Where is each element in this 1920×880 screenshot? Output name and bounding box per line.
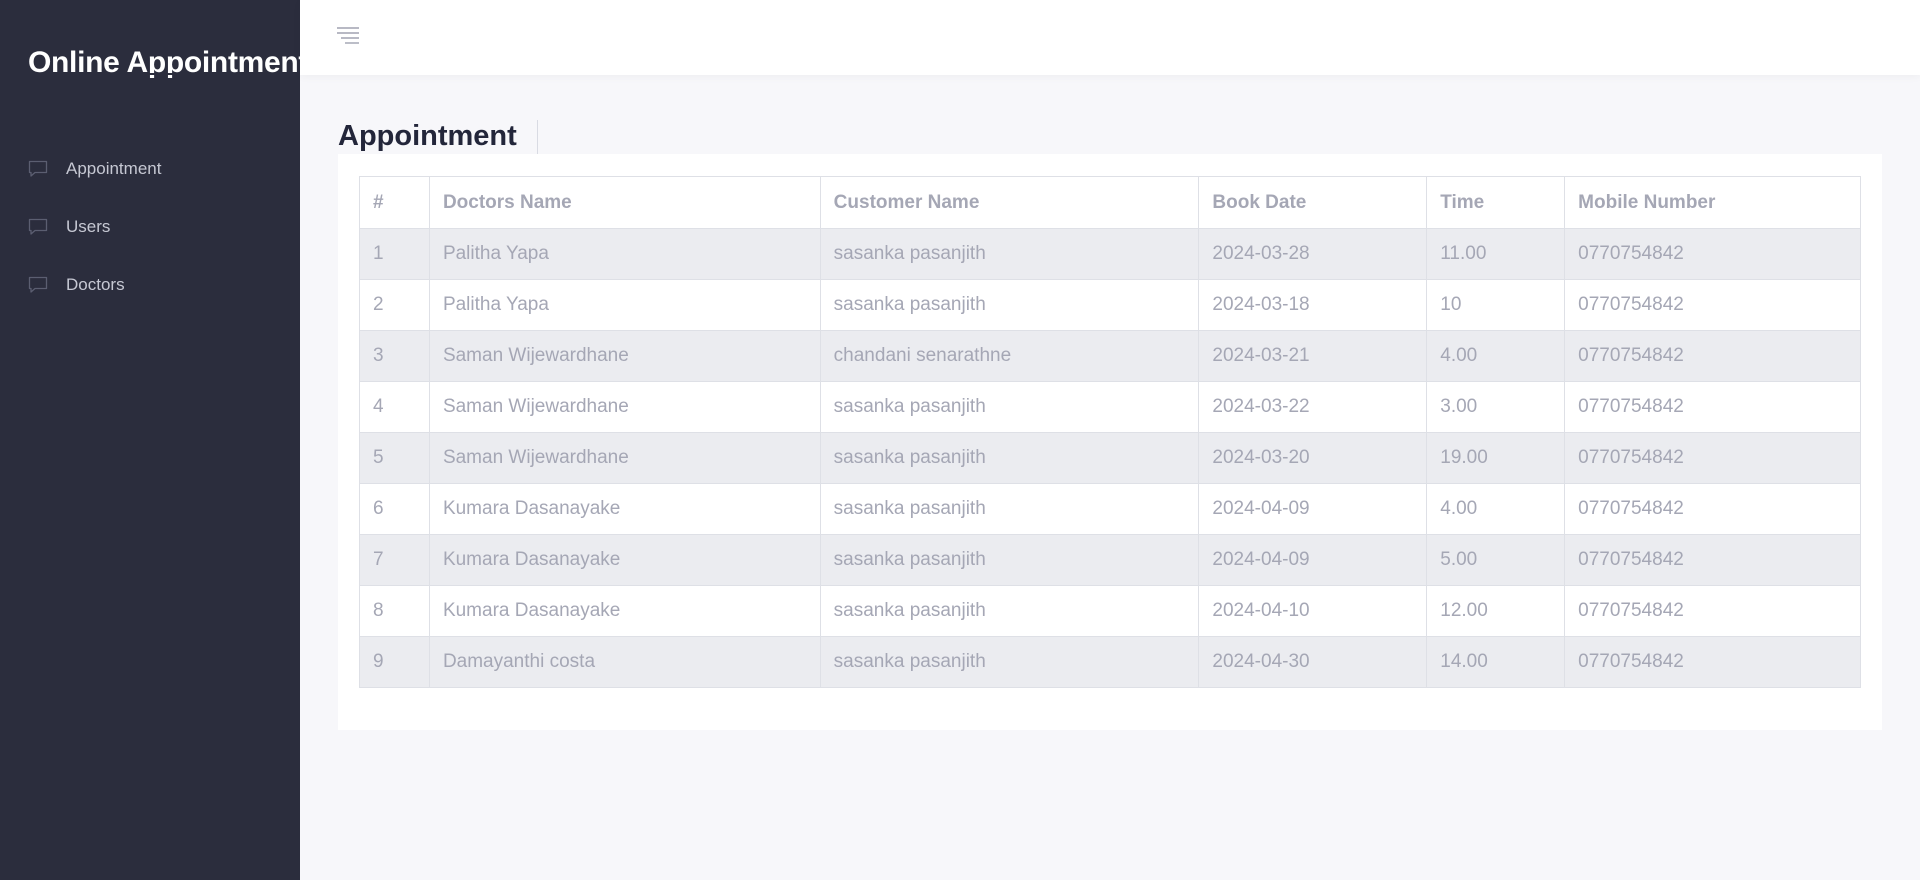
sidebar-item-label: Doctors xyxy=(66,275,125,294)
sidebar-nav: Appointment Users Doctors xyxy=(0,140,300,314)
title-divider xyxy=(537,120,538,156)
sidebar: Online Appointment Appointment Users Doc… xyxy=(0,0,308,880)
sidebar-item-doctors[interactable]: Doctors xyxy=(0,256,300,314)
doctor-name: Saman Wijewardhane xyxy=(428,330,821,382)
time: 10 xyxy=(1426,279,1566,331)
appointments-card: # Doctors Name Customer Name Book Date Time M… xyxy=(338,154,1882,730)
time: 3.00 xyxy=(1426,381,1566,433)
row-number: 4 xyxy=(359,381,430,433)
customer-name: sasanka pasanjith xyxy=(819,585,1200,637)
doctor-name: Kumara Dasanayake xyxy=(428,585,821,637)
chat-bubble-icon xyxy=(28,218,48,236)
table-row: 4 Saman Wijewardhane sasanka pasanjith 2024… xyxy=(359,381,1861,433)
book-date: 2024-03-20 xyxy=(1198,432,1428,484)
table-row: 6 Kumara Dasanayake sasanka pasanjith 2024-… xyxy=(359,483,1861,535)
mobile-number: 0770754842 xyxy=(1564,636,1861,688)
book-date: 2024-04-09 xyxy=(1198,534,1428,586)
customer-name: sasanka pasanjith xyxy=(819,228,1200,280)
book-date: 2024-04-10 xyxy=(1198,585,1428,637)
book-date: 2024-03-21 xyxy=(1198,330,1428,382)
column-header-mobile-number: Mobile Number xyxy=(1564,176,1861,229)
column-header-doctors-name: Doctors Name xyxy=(428,176,821,229)
time: 19.00 xyxy=(1426,432,1566,484)
book-date: 2024-03-28 xyxy=(1198,228,1428,280)
book-date: 2024-04-30 xyxy=(1198,636,1428,688)
time: 4.00 xyxy=(1426,483,1566,535)
doctor-name: Palitha Yapa xyxy=(428,228,821,280)
row-number: 3 xyxy=(359,330,430,382)
chat-bubble-icon xyxy=(28,160,48,178)
table-row: 8 Kumara Dasanayake sasanka pasanjith 2024-… xyxy=(359,585,1861,637)
doctor-name: Kumara Dasanayake xyxy=(428,534,821,586)
table-row: 5 Saman Wijewardhane sasanka pasanjith 2024… xyxy=(359,432,1861,484)
column-header-customer-name: Customer Name xyxy=(819,176,1200,229)
mobile-number: 0770754842 xyxy=(1564,432,1861,484)
time: 11.00 xyxy=(1426,228,1566,280)
row-number: 7 xyxy=(359,534,430,586)
mobile-number: 0770754842 xyxy=(1564,330,1861,382)
mobile-number: 0770754842 xyxy=(1564,585,1861,637)
doctor-name: Saman Wijewardhane xyxy=(428,381,821,433)
table-header-row: # Doctors Name Customer Name Book Date Time M… xyxy=(359,176,1861,229)
doctor-name: Palitha Yapa xyxy=(428,279,821,331)
appointments-table: # Doctors Name Customer Name Book Date Time M… xyxy=(359,176,1861,688)
book-date: 2024-03-22 xyxy=(1198,381,1428,433)
customer-name: sasanka pasanjith xyxy=(819,381,1200,433)
row-number: 9 xyxy=(359,636,430,688)
mobile-number: 0770754842 xyxy=(1564,279,1861,331)
book-date: 2024-04-09 xyxy=(1198,483,1428,535)
mobile-number: 0770754842 xyxy=(1564,534,1861,586)
table-body: 1 Palitha Yapa sasanka pasanjith 2024-03-28… xyxy=(359,228,1861,688)
table-row: 1 Palitha Yapa sasanka pasanjith 2024-03-28… xyxy=(359,228,1861,280)
customer-name: sasanka pasanjith xyxy=(819,483,1200,535)
top-bar xyxy=(300,0,1920,75)
row-number: 1 xyxy=(359,228,430,280)
row-number: 5 xyxy=(359,432,430,484)
customer-name: sasanka pasanjith xyxy=(819,432,1200,484)
table-row: 9 Damayanthi costa sasanka pasanjith 2024-0… xyxy=(359,636,1861,688)
column-header-number: # xyxy=(359,176,430,229)
page-title: Appointment xyxy=(338,120,517,152)
book-date: 2024-03-18 xyxy=(1198,279,1428,331)
customer-name: sasanka pasanjith xyxy=(819,534,1200,586)
sidebar-item-users[interactable]: Users xyxy=(0,198,300,256)
doctor-name: Saman Wijewardhane xyxy=(428,432,821,484)
time: 12.00 xyxy=(1426,585,1566,637)
time: 4.00 xyxy=(1426,330,1566,382)
doctor-name: Damayanthi costa xyxy=(428,636,821,688)
time: 14.00 xyxy=(1426,636,1566,688)
mobile-number: 0770754842 xyxy=(1564,228,1861,280)
customer-name: sasanka pasanjith xyxy=(819,636,1200,688)
sidebar-item-appointment[interactable]: Appointment xyxy=(0,140,300,198)
mobile-number: 0770754842 xyxy=(1564,381,1861,433)
doctor-name: Kumara Dasanayake xyxy=(428,483,821,535)
customer-name: chandani senarathne xyxy=(819,330,1200,382)
row-number: 2 xyxy=(359,279,430,331)
column-header-time: Time xyxy=(1426,176,1566,229)
row-number: 8 xyxy=(359,585,430,637)
customer-name: sasanka pasanjith xyxy=(819,279,1200,331)
hamburger-menu-icon[interactable] xyxy=(336,26,360,46)
mobile-number: 0770754842 xyxy=(1564,483,1861,535)
chat-bubble-icon xyxy=(28,276,48,294)
time: 5.00 xyxy=(1426,534,1566,586)
row-number: 6 xyxy=(359,483,430,535)
sidebar-item-label: Users xyxy=(66,217,111,236)
table-row: 7 Kumara Dasanayake sasanka pasanjith 2024-… xyxy=(359,534,1861,586)
table-row: 3 Saman Wijewardhane chandani senarathne 20… xyxy=(359,330,1861,382)
brand-underline xyxy=(120,73,295,75)
sidebar-item-label: Appointment xyxy=(66,159,162,178)
table-row: 2 Palitha Yapa sasanka pasanjith 2024-03-18… xyxy=(359,279,1861,331)
column-header-book-date: Book Date xyxy=(1198,176,1428,229)
